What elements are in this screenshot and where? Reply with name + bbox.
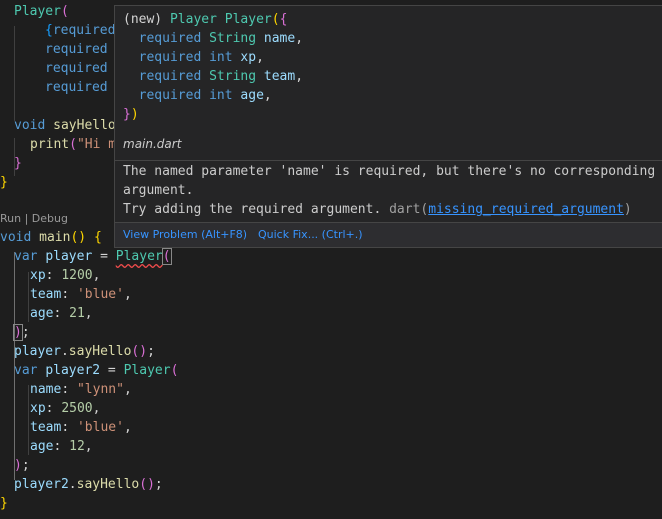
code-line: age: 12, xyxy=(30,439,93,454)
code-line: player2.sayHello(); xyxy=(14,477,163,492)
code-line: } xyxy=(0,175,8,190)
code-line: required xyxy=(45,42,108,57)
code-line: xp: 2500, xyxy=(30,401,101,416)
code-line: void main() { xyxy=(0,230,102,245)
code-line: var player2 = Player( xyxy=(14,363,179,378)
code-line: Player( xyxy=(14,4,69,19)
code-line: player.sayHello(); xyxy=(14,344,155,359)
code-line: ); xyxy=(13,324,30,341)
indent-guide xyxy=(14,26,15,121)
code-line: age: 21, xyxy=(30,306,93,321)
code-line: team: 'blue', xyxy=(30,420,132,435)
codelens-run-link[interactable]: Run xyxy=(0,212,21,225)
codelens: Run | Debug xyxy=(0,212,68,225)
hover-actions-bar: View Problem (Alt+F8) Quick Fix... (Ctrl… xyxy=(115,222,662,247)
code-line: var player = Player( xyxy=(14,248,172,265)
quick-fix-button[interactable]: Quick Fix... (Ctrl+.) xyxy=(258,223,363,247)
code-line: team: 'blue', xyxy=(30,287,132,302)
code-line: required xyxy=(45,61,108,76)
divider xyxy=(115,160,662,161)
indent-guide xyxy=(28,272,29,322)
code-line: required xyxy=(45,80,108,95)
code-line: } xyxy=(0,496,8,511)
view-problem-button[interactable]: View Problem (Alt+F8) xyxy=(123,223,247,247)
diagnostic-code-link[interactable]: missing_required_argument xyxy=(428,202,624,217)
code-line: void sayHello xyxy=(14,118,116,133)
diagnostic-message: The named parameter 'name' is required, … xyxy=(123,164,656,217)
code-line: {required xyxy=(45,23,116,38)
code-line: } xyxy=(14,156,22,171)
code-line: print("Hi m xyxy=(30,137,117,152)
codelens-debug-link[interactable]: Debug xyxy=(32,212,68,225)
code-line: ); xyxy=(14,458,30,473)
error-squiggle[interactable]: Player xyxy=(116,249,163,264)
file-name: main.dart xyxy=(123,137,182,151)
indent-guide xyxy=(28,385,29,455)
hover-tooltip: (new) Player Player({ required String na… xyxy=(114,5,662,248)
constructor-signature: (new) Player Player({ required String na… xyxy=(123,12,304,122)
code-line: name: "lynn", xyxy=(30,382,132,397)
code-line: xp: 1200, xyxy=(30,268,101,283)
